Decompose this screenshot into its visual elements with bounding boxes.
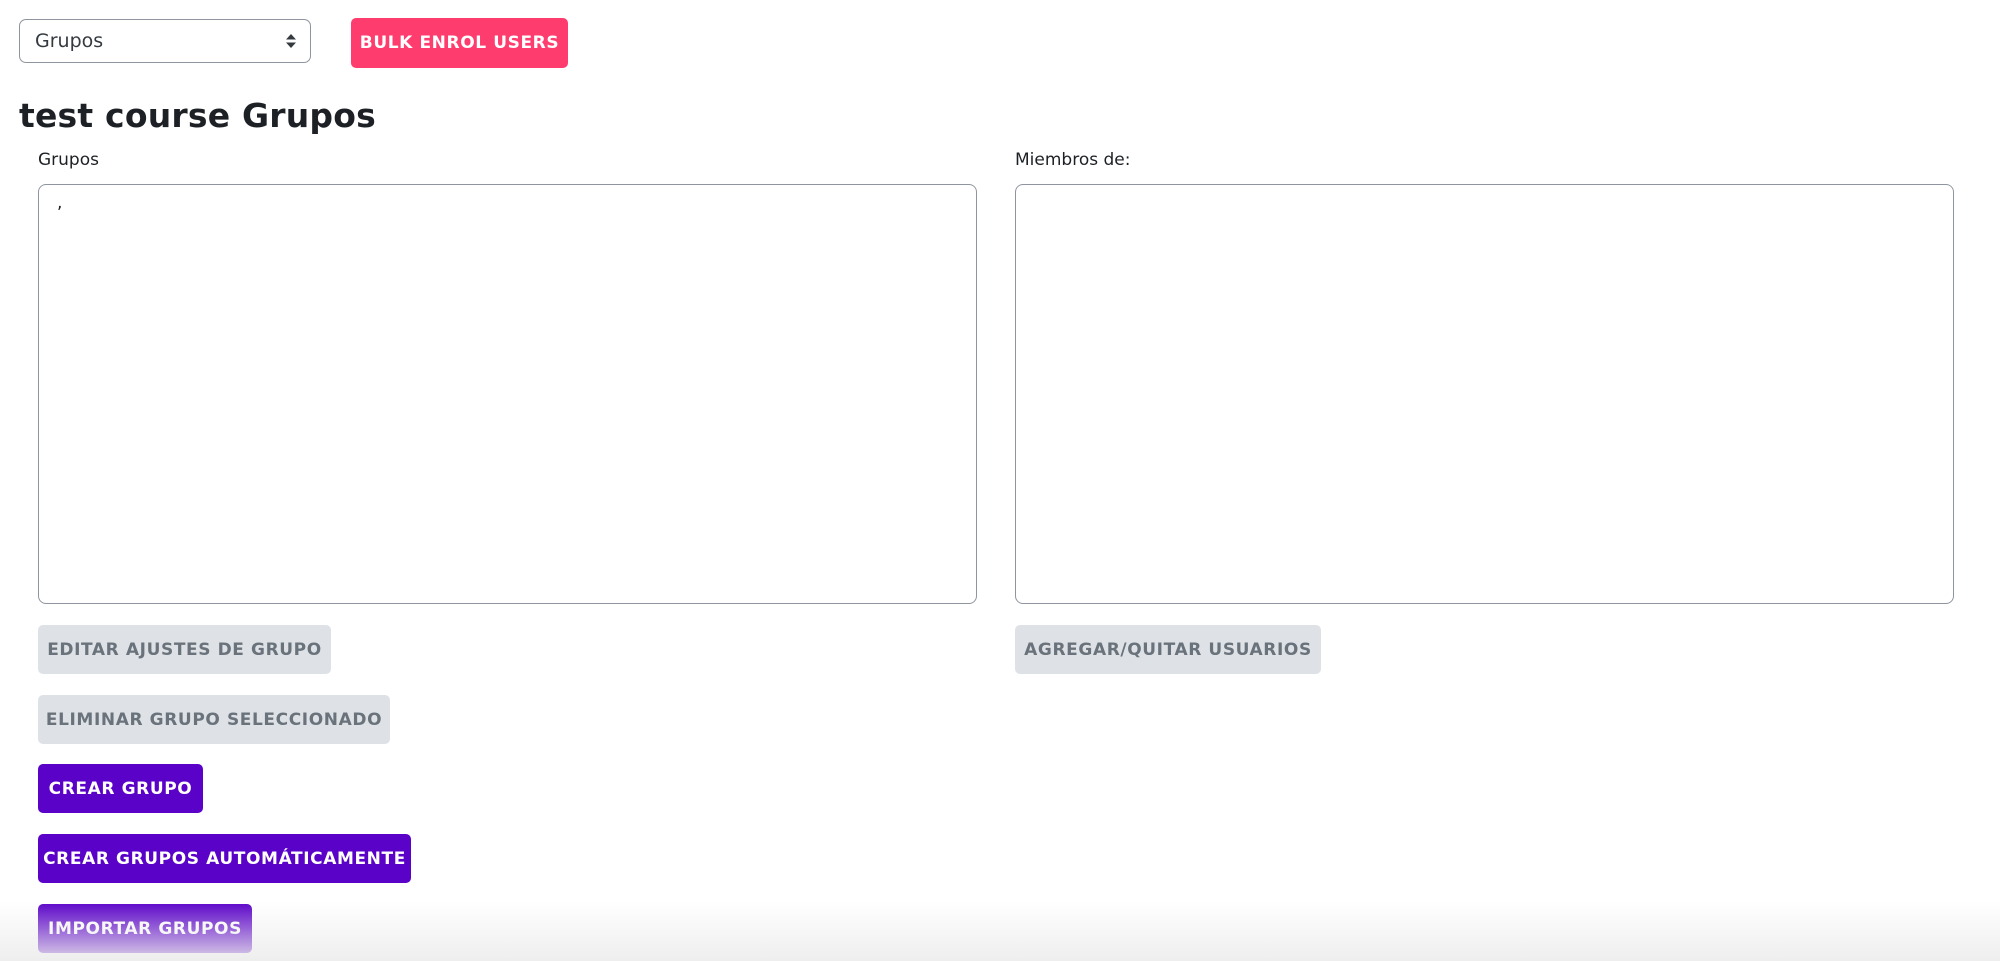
sort-arrows-icon (286, 34, 296, 48)
groups-label: Grupos (38, 150, 99, 170)
groups-list-item[interactable]: , (57, 193, 62, 213)
group-navigation-select-value: Grupos (35, 30, 104, 52)
groups-listbox[interactable]: , (38, 184, 977, 604)
edit-group-settings-button[interactable]: EDITAR AJUSTES DE GRUPO (38, 625, 331, 674)
delete-selected-group-button[interactable]: ELIMINAR GRUPO SELECCIONADO (38, 695, 390, 744)
group-navigation-select[interactable]: Grupos (19, 19, 311, 63)
members-label: Miembros de: (1015, 150, 1131, 170)
bulk-enrol-users-button[interactable]: BULK ENROL USERS (351, 18, 568, 68)
create-group-button[interactable]: CREAR GRUPO (38, 764, 203, 813)
import-groups-button[interactable]: IMPORTAR GRUPOS (38, 904, 252, 953)
page-title: test course Grupos (19, 96, 376, 135)
bottom-fade (0, 901, 2000, 961)
members-listbox[interactable] (1015, 184, 1954, 604)
add-remove-users-button[interactable]: AGREGAR/QUITAR USUARIOS (1015, 625, 1321, 674)
auto-create-groups-button[interactable]: CREAR GRUPOS AUTOMÁTICAMENTE (38, 834, 411, 883)
